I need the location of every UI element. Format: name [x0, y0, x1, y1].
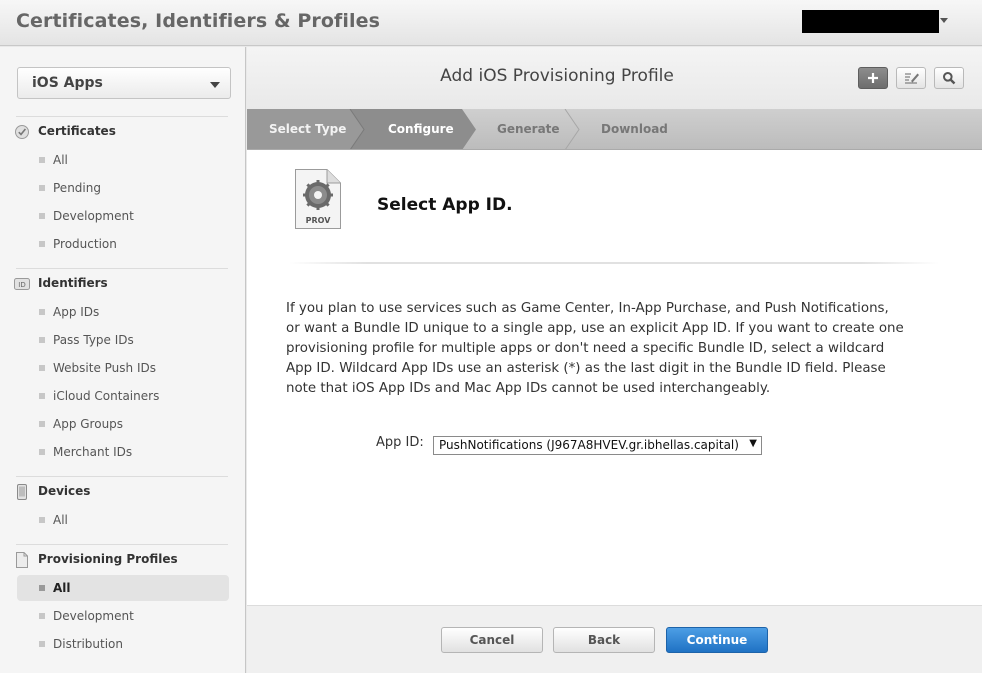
content-area: PROV Select App ID. If you plan to use s… — [247, 151, 982, 605]
sidebar-item-label: Website Push IDs — [53, 361, 156, 375]
back-button[interactable]: Back — [553, 627, 655, 653]
sidebar-section-title: Provisioning Profiles — [38, 552, 178, 566]
sidebar-item-profiles-distribution[interactable]: Distribution — [17, 631, 229, 657]
main-panel: Add iOS Provisioning Profile Select Type… — [247, 47, 982, 673]
sidebar-item-icloud-containers[interactable]: iCloud Containers — [17, 383, 229, 409]
step-select-type: Select Type — [269, 122, 347, 136]
sidebar-item-certificates-all[interactable]: All — [17, 147, 229, 173]
top-bar: Certificates, Identifiers & Profiles — [0, 0, 982, 46]
bullet-icon — [39, 157, 45, 163]
edit-button[interactable] — [896, 67, 926, 89]
sidebar-item-merchant-ids[interactable]: Merchant IDs — [17, 439, 229, 465]
sidebar-item-label: Development — [53, 609, 134, 623]
footer: Cancel Back Continue — [247, 605, 982, 673]
svg-text:PROV: PROV — [306, 216, 332, 225]
sidebar-item-label: Development — [53, 209, 134, 223]
sidebar-divider — [16, 116, 228, 117]
platform-select-label: iOS Apps — [32, 75, 103, 91]
device-icon — [17, 484, 27, 500]
bullet-icon — [39, 641, 45, 647]
bullet-icon — [39, 585, 45, 591]
account-dropdown-caret-icon[interactable] — [940, 18, 948, 23]
sidebar-item-profiles-all[interactable]: All — [17, 575, 229, 601]
cancel-button[interactable]: Cancel — [441, 627, 543, 653]
bullet-icon — [39, 517, 45, 523]
sidebar-item-website-push-ids[interactable]: Website Push IDs — [17, 355, 229, 381]
plus-icon — [868, 73, 878, 83]
dropdown-arrow-icon: ▼ — [749, 438, 757, 449]
sidebar-item-label: All — [53, 581, 71, 595]
bullet-icon — [39, 309, 45, 315]
bullet-icon — [39, 393, 45, 399]
sidebar-item-label: All — [53, 153, 68, 167]
sidebar-item-label: Pass Type IDs — [53, 333, 134, 347]
step-progress: Select Type Configure Generate Download — [247, 109, 982, 150]
sidebar-item-label: Distribution — [53, 637, 124, 651]
sidebar-item-app-ids[interactable]: App IDs — [17, 299, 229, 325]
sidebar-divider — [16, 544, 228, 545]
section-title: Select App ID. — [377, 195, 513, 215]
step-download: Download — [601, 122, 668, 136]
account-name-redacted[interactable] — [802, 10, 939, 33]
page-title: Add iOS Provisioning Profile — [440, 66, 674, 86]
sidebar-item-label: Production — [53, 237, 117, 251]
sidebar-section-title: Devices — [38, 484, 91, 498]
bullet-icon — [39, 185, 45, 191]
main-header: Add iOS Provisioning Profile — [247, 47, 982, 109]
bullet-icon — [39, 421, 45, 427]
svg-text:ID: ID — [18, 281, 25, 289]
sidebar-divider — [16, 476, 228, 477]
sidebar-item-certificates-development[interactable]: Development — [17, 203, 229, 229]
app-id-select[interactable]: PushNotifications (J967A8HVEV.gr.ibhella… — [433, 436, 762, 455]
sidebar-section-title: Identifiers — [38, 276, 108, 290]
sidebar-item-pass-type-ids[interactable]: Pass Type IDs — [17, 327, 229, 353]
id-badge-icon: ID — [14, 278, 30, 290]
bullet-icon — [39, 449, 45, 455]
content-divider — [289, 262, 939, 264]
sidebar-item-label: All — [53, 513, 68, 527]
provisioning-profile-icon: PROV — [295, 169, 341, 229]
add-button[interactable] — [858, 67, 888, 89]
sidebar-item-label: App Groups — [53, 417, 124, 431]
bullet-icon — [39, 613, 45, 619]
description-text: If you plan to use services such as Game… — [286, 301, 904, 396]
sidebar-divider — [16, 268, 228, 269]
app-id-select-value: PushNotifications (J967A8HVEV.gr.ibhella… — [439, 438, 739, 452]
search-icon — [943, 72, 956, 85]
sidebar: iOS Apps Certificates All Pending Develo… — [0, 47, 246, 673]
sidebar-item-label: iCloud Containers — [53, 389, 160, 403]
sidebar-item-certificates-pending[interactable]: Pending — [17, 175, 229, 201]
certificate-icon — [15, 125, 29, 139]
sidebar-item-devices-all[interactable]: All — [17, 507, 229, 533]
document-icon — [16, 552, 28, 568]
sidebar-section-title: Certificates — [38, 124, 116, 138]
edit-icon — [905, 73, 919, 84]
bullet-icon — [39, 241, 45, 247]
sidebar-item-label: Pending — [53, 181, 101, 195]
bullet-icon — [39, 365, 45, 371]
sidebar-item-label: App IDs — [53, 305, 100, 319]
continue-button[interactable]: Continue — [666, 627, 768, 653]
sidebar-item-label: Merchant IDs — [53, 445, 133, 459]
bullet-icon — [39, 213, 45, 219]
step-generate: Generate — [497, 122, 560, 136]
sidebar-item-certificates-production[interactable]: Production — [17, 231, 229, 257]
bullet-icon — [39, 337, 45, 343]
platform-select[interactable]: iOS Apps — [17, 67, 231, 99]
chevron-down-icon — [210, 82, 220, 88]
sidebar-item-profiles-development[interactable]: Development — [17, 603, 229, 629]
search-button[interactable] — [934, 67, 964, 89]
app-id-label: App ID: — [376, 435, 424, 450]
step-configure: Configure — [388, 122, 454, 136]
app-title: Certificates, Identifiers & Profiles — [16, 10, 381, 32]
sidebar-item-app-groups[interactable]: App Groups — [17, 411, 229, 437]
